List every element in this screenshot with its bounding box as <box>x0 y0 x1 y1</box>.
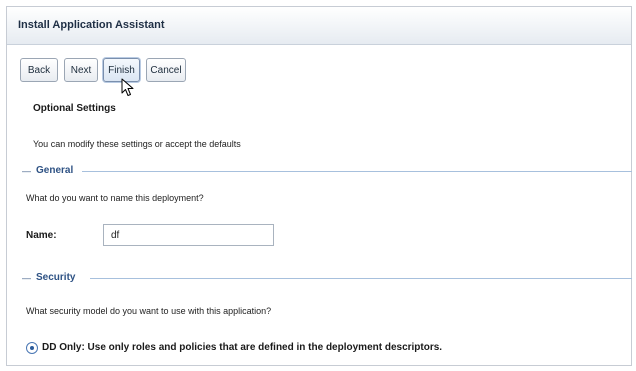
section-dash-icon: — <box>22 166 31 176</box>
back-button[interactable]: Back <box>20 58 58 82</box>
section-divider <box>90 278 632 279</box>
dd-only-option-label[interactable]: DD Only: Use only roles and policies tha… <box>42 342 442 353</box>
mouse-pointer-icon <box>121 78 134 96</box>
optional-settings-description: You can modify these settings or accept … <box>33 139 241 149</box>
security-model-question: What security model do you want to use w… <box>26 306 272 316</box>
section-dash-icon: — <box>22 273 31 283</box>
security-section-header: — Security <box>22 272 636 284</box>
deployment-name-input[interactable] <box>103 224 274 246</box>
deployment-name-question: What do you want to name this deployment… <box>26 193 204 203</box>
general-section-header: — General <box>22 165 636 177</box>
cancel-button[interactable]: Cancel <box>146 58 186 82</box>
security-section-title: Security <box>36 272 76 283</box>
name-label: Name: <box>26 230 57 241</box>
radio-selected-icon <box>30 346 34 350</box>
panel-title: Install Application Assistant <box>7 7 631 45</box>
general-section-title: General <box>36 165 74 176</box>
section-divider <box>82 171 632 172</box>
optional-settings-heading: Optional Settings <box>33 103 116 114</box>
dd-only-radio[interactable] <box>26 342 38 354</box>
next-button[interactable]: Next <box>64 58 98 82</box>
